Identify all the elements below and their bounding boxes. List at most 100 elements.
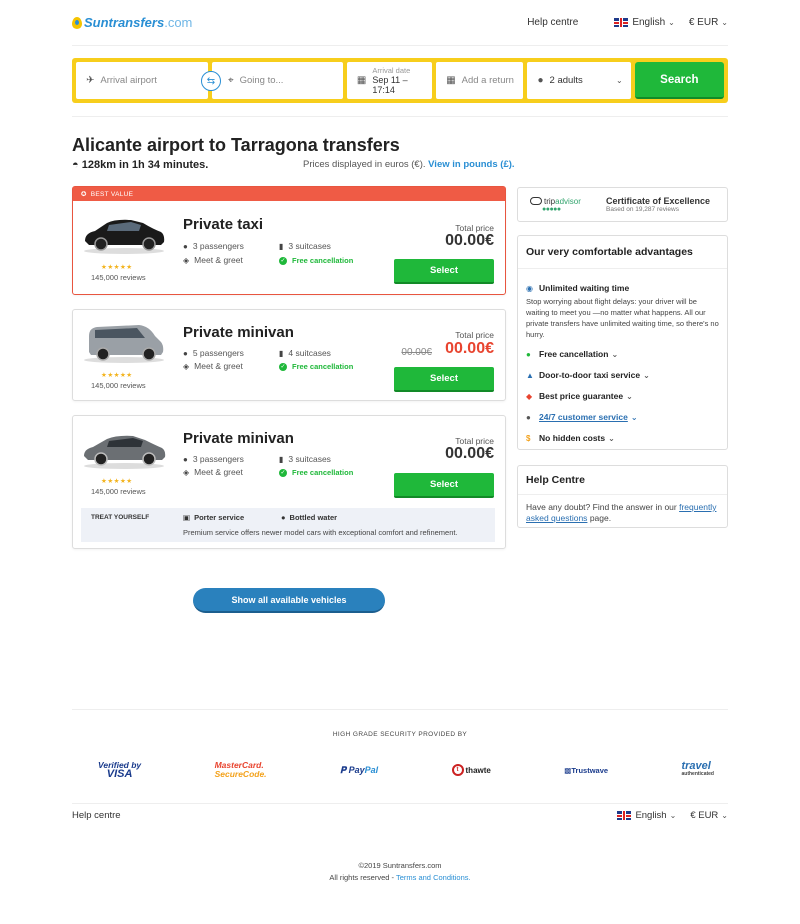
meet-greet-feature: ◈ Meet & greet (183, 361, 243, 371)
footer-help-link[interactable]: Help centre (72, 810, 121, 821)
footer-currency-selector[interactable]: € EUR ⌄ (690, 810, 728, 821)
currency-selector[interactable]: € EUR ⌄ (689, 17, 728, 28)
suitcases-text: 3 suitcases (288, 241, 331, 251)
advantage-free-cancellation[interactable]: ● Free cancellation ⌄ (526, 349, 719, 359)
meet-greet-feature: ◈ Meet & greet (183, 255, 243, 265)
advantage-label: No hidden costs (539, 433, 606, 443)
logo-suffix: .com (164, 15, 193, 30)
treat-yourself-panel: TREAT YOURSELF ▣ Porter service ● Bottled … (81, 508, 495, 542)
language-label: English (635, 810, 667, 821)
passengers-text: 5 passengers (192, 348, 244, 358)
show-all-vehicles-button[interactable]: Show all available vehicles (193, 588, 385, 613)
footer-divider (72, 803, 728, 804)
advantage-label: 24/7 customer service (539, 412, 628, 422)
arrival-airport-placeholder: Arrival airport (100, 75, 157, 86)
uk-flag-icon (614, 18, 629, 27)
price: 00.00€ (445, 232, 494, 249)
treat-yourself-label: TREAT YOURSELF (91, 514, 150, 521)
advantage-label: Free cancellation (539, 349, 609, 359)
person-icon: ● (183, 348, 188, 358)
logo-text: Suntransfers (84, 15, 165, 30)
advantage-no-hidden-costs[interactable]: $ No hidden costs ⌄ (526, 433, 719, 443)
travel-authenticated-logo: travel authenticated (681, 760, 714, 778)
terms-link[interactable]: Terms and Conditions. (396, 873, 471, 882)
help-centre-link[interactable]: Help centre (527, 17, 578, 28)
free-cancellation-text: Free cancellation (292, 362, 354, 371)
chevron-down-icon: ⌄ (721, 18, 728, 27)
chevron-down-icon: ⌄ (630, 412, 638, 422)
passengers-feature: ● 5 passengers (183, 348, 244, 358)
footer-language-selector[interactable]: English ⌄ (617, 810, 676, 821)
search-bar: ✈ Arrival airport ⇆ ⌖ Going to... ▦ Arri… (72, 58, 728, 103)
help-centre-panel: Help Centre Have any doubt? Find the ans… (517, 465, 728, 528)
handshake-icon: ◈ (183, 467, 190, 477)
view-in-pounds-link[interactable]: View in pounds (£). (428, 159, 514, 170)
water-text: Bottled water (289, 513, 338, 522)
meet-greet-text: Meet & greet (194, 467, 243, 477)
suitcases-text: 3 suitcases (288, 454, 331, 464)
chevron-down-icon: ⌄ (721, 811, 728, 820)
security-logos: Verified by VISA MasterCard. SecureCode. 𝐏… (72, 758, 728, 782)
page-title: Alicante airport to Tarragona transfers (72, 135, 400, 155)
suitcase-icon: ▮ (279, 241, 284, 251)
person-icon: ● (537, 75, 544, 86)
tag-icon: ◆ (526, 391, 533, 401)
copyright: ©2019 Suntransfers.com All rights reserv… (72, 860, 728, 884)
ta-prefix: trip (544, 196, 556, 206)
owl-icon (530, 197, 542, 205)
paypal-logo: 𝐏 PayPal (339, 764, 379, 775)
passengers-select[interactable]: ● 2 adults ⌄ (527, 62, 631, 99)
select-button[interactable]: Select (394, 473, 494, 498)
select-button[interactable]: Select (394, 367, 494, 392)
thawte-logo: t thawte (451, 764, 491, 776)
arrival-date-value: Sep 11 – 17:14 (372, 75, 408, 95)
advantage-customer-service[interactable]: ● 24/7 customer service ⌄ (526, 412, 719, 422)
vehicle-name: Private minivan (183, 324, 294, 341)
premium-description: Premium service offers newer model cars … (183, 528, 458, 537)
waiting-description: Stop worrying about flight delays: your … (526, 297, 719, 339)
best-value-label: BEST VALUE (90, 190, 134, 198)
add-return-field[interactable]: ▦ Add a return (436, 62, 524, 99)
check-circle-icon: ✓ (279, 362, 287, 371)
rating-stars: ★★★★★ (101, 264, 133, 271)
copyright-text: ©2019 Suntransfers.com (358, 861, 442, 870)
vehicle-name: Private minivan (183, 430, 294, 447)
porter-service: ▣ Porter service (183, 513, 244, 522)
swap-icon[interactable]: ⇆ (201, 71, 221, 91)
advantage-best-price[interactable]: ◆ Best price guarantee ⌄ (526, 391, 719, 401)
footer-divider (72, 709, 728, 710)
verified-by-visa-logo: Verified by VISA (98, 760, 142, 780)
meet-greet-text: Meet & greet (194, 361, 243, 371)
select-button[interactable]: Select (394, 259, 494, 284)
rating-stars: ★★★★★ (101, 372, 133, 379)
site-logo[interactable]: Suntransfers .com (72, 15, 192, 30)
language-selector[interactable]: English ⌄ (614, 17, 675, 28)
arrival-date-field[interactable]: ▦ Arrival date Sep 11 – 17:14 (346, 62, 433, 99)
search-button[interactable]: Search (634, 62, 724, 99)
language-label: English (632, 17, 666, 28)
vehicle-card-private-taxi: ✪ BEST VALUE ★★★★★ 145,000 reviews Priva… (72, 186, 506, 295)
mastercard-securecode-logo: MasterCard. SecureCode. (214, 760, 267, 779)
route-distance: ◓ 128km in 1h 34 minutes. (72, 159, 303, 171)
arrival-airport-field[interactable]: ✈ Arrival airport ⇆ (76, 62, 221, 99)
old-price: 00.00€ (401, 347, 432, 358)
paypal-icon: 𝐏 (339, 764, 349, 775)
chevron-down-icon: ⌄ (669, 811, 677, 820)
arrival-date-label: Arrival date (372, 66, 411, 75)
tripadvisor-badge[interactable]: trip advisor ●●●●● Certificate of Excelle… (517, 187, 728, 222)
free-cancellation-feature: ✓ Free cancellation (279, 256, 353, 265)
chevron-down-icon: ⌄ (643, 370, 650, 380)
advantage-door-to-door[interactable]: ▲ Door-to-door taxi service ⌄ (526, 370, 719, 380)
help-centre-title: Help Centre (518, 466, 727, 495)
discounted-price: 00.00€ (445, 340, 494, 357)
speedometer-icon: ◓ (72, 159, 79, 171)
vehicle-card-private-minivan: ★★★★★ 145,000 reviews Private minivan ● 5… (72, 309, 506, 401)
handshake-icon: ◈ (183, 361, 190, 371)
reviews-count: 145,000 reviews (91, 487, 146, 496)
reviews-count: 145,000 reviews (91, 381, 146, 390)
chevron-down-icon: ⌄ (611, 349, 619, 359)
sedan-image (84, 435, 166, 469)
uk-flag-icon (617, 811, 632, 820)
destination-field[interactable]: ⌖ Going to... (211, 62, 343, 99)
reviews-count: 145,000 reviews (91, 273, 146, 282)
